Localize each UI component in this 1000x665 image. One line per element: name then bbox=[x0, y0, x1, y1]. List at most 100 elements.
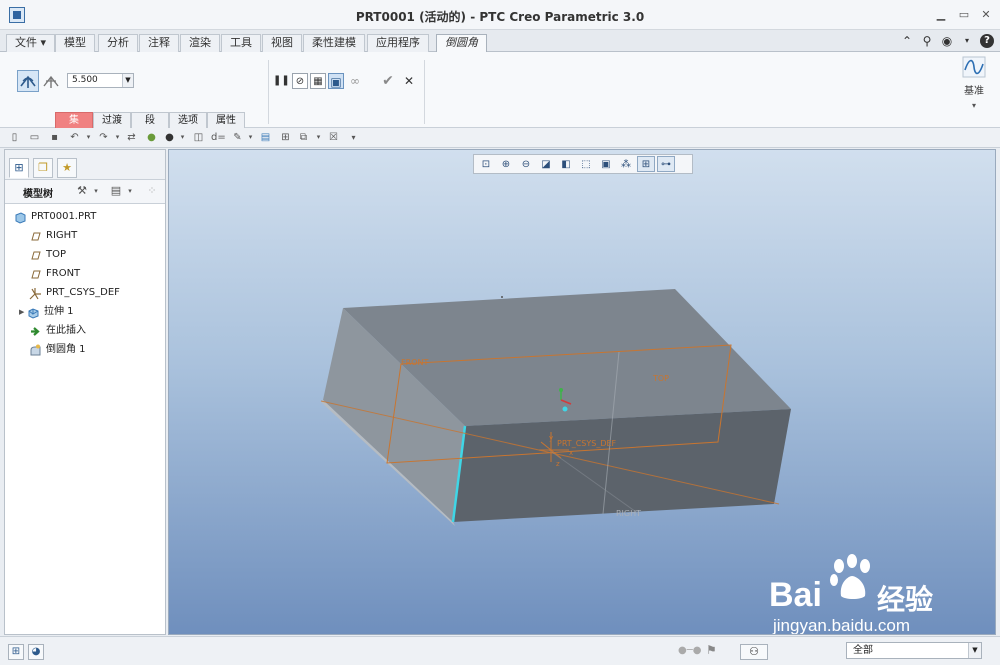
radius-input[interactable]: 5.500 ▼ bbox=[67, 73, 134, 88]
restore-button[interactable]: ▭ bbox=[957, 8, 971, 22]
find-binoculars-icon[interactable]: ⚇ bbox=[740, 644, 768, 660]
tree-settings-icon[interactable]: ⚒ bbox=[75, 184, 89, 198]
datum-display-icon[interactable]: ⁂ bbox=[617, 156, 635, 172]
tree-item-label: TOP bbox=[46, 249, 67, 260]
tab-round[interactable]: 倒圆角 bbox=[436, 34, 487, 53]
close-icon[interactable]: ☒ bbox=[327, 131, 340, 144]
tree-item-insert-here[interactable]: 在此插入 bbox=[29, 322, 86, 340]
subtab-sets[interactable]: 集 bbox=[55, 112, 93, 128]
show-icon[interactable]: ▤ bbox=[109, 184, 123, 198]
selection-filter[interactable]: 全部 ▼ bbox=[846, 642, 982, 659]
tab-annotate[interactable]: 注释 bbox=[139, 34, 179, 52]
tree-item-top[interactable]: TOP bbox=[29, 246, 66, 264]
spin-center-icon[interactable]: ⊶ bbox=[657, 156, 675, 172]
saved-view-icon[interactable]: ◫ bbox=[192, 131, 205, 144]
chevron-down-icon[interactable]: ▾ bbox=[123, 184, 137, 198]
measure-icon[interactable]: ✎ bbox=[231, 131, 244, 144]
switch-window-icon[interactable]: ⧉ bbox=[297, 131, 310, 144]
annotation-display-icon[interactable]: ⊞ bbox=[637, 156, 655, 172]
no-preview-button[interactable]: ⊘ bbox=[292, 73, 308, 89]
glasses-preview-icon[interactable]: ∞ bbox=[347, 73, 363, 89]
folder-browser-tab[interactable]: ❐ bbox=[33, 158, 53, 178]
undo-icon[interactable]: ↶ bbox=[68, 131, 81, 144]
refit-icon[interactable]: ⊡ bbox=[477, 156, 495, 172]
subtab-properties[interactable]: 属性 bbox=[207, 112, 245, 128]
dropdown-chevron-icon[interactable]: ▾ bbox=[960, 34, 974, 48]
expand-arrow-icon[interactable]: ▶ bbox=[19, 303, 27, 321]
open-file-icon[interactable]: ▭ bbox=[28, 131, 41, 144]
shading-icon[interactable]: ● bbox=[163, 131, 176, 144]
graphics-viewport[interactable]: FRONT TOP PRT_CSYS_DEF RIGHT x y z ⊡ ⊕ ⊖… bbox=[168, 149, 996, 635]
tree-item-csys[interactable]: PRT_CSYS_DEF bbox=[29, 284, 120, 302]
community-icon[interactable]: ◉ bbox=[940, 34, 954, 48]
subtab-pieces[interactable]: 段 bbox=[131, 112, 169, 128]
chevron-down-icon[interactable]: ▾ bbox=[89, 184, 103, 198]
ok-button[interactable]: ✔ bbox=[380, 73, 396, 89]
datum-curve-icon bbox=[962, 56, 986, 78]
display-style-icon[interactable]: ◧ bbox=[557, 156, 575, 172]
chevron-down-icon[interactable]: ▾ bbox=[176, 131, 189, 144]
windows-icon[interactable]: ▤ bbox=[259, 131, 272, 144]
tree-item-label: RIGHT bbox=[46, 230, 78, 241]
chordal-round-icon bbox=[43, 75, 59, 88]
flag-icon[interactable]: ⚑ bbox=[706, 643, 717, 657]
view-manager-icon[interactable]: ▣ bbox=[597, 156, 615, 172]
redo-icon[interactable]: ↷ bbox=[97, 131, 110, 144]
close-window-icon[interactable]: ⊞ bbox=[279, 131, 292, 144]
tab-model[interactable]: 模型 bbox=[55, 34, 95, 52]
tree-item-extrude[interactable]: ▶ 拉伸 1 bbox=[19, 303, 74, 321]
ribbon-tab-bar: 文件 ▾ 模型 分析 注释 渲染 工具 视图 柔性建模 应用程序 倒圆角 bbox=[0, 30, 1000, 53]
tab-tools[interactable]: 工具 bbox=[221, 34, 261, 52]
subtab-transitions[interactable]: 过渡 bbox=[93, 112, 131, 128]
repaint-icon[interactable]: ◪ bbox=[537, 156, 555, 172]
help-icon[interactable]: ? bbox=[980, 34, 994, 48]
saved-orientations-icon[interactable]: ⬚ bbox=[577, 156, 595, 172]
tab-render[interactable]: 渲染 bbox=[180, 34, 220, 52]
browser-icon[interactable]: ◕ bbox=[28, 644, 44, 660]
tab-flexible-modeling[interactable]: 柔性建模 bbox=[303, 34, 365, 52]
chevron-down-icon[interactable]: ▾ bbox=[111, 131, 124, 144]
chevron-down-icon[interactable]: ▾ bbox=[82, 131, 95, 144]
collapse-ribbon-icon[interactable]: ⌃ bbox=[900, 34, 914, 48]
minimize-button[interactable]: ▁ bbox=[934, 8, 948, 22]
csys-icon bbox=[29, 287, 41, 299]
tab-analysis[interactable]: 分析 bbox=[98, 34, 138, 52]
front-face[interactable] bbox=[453, 409, 791, 522]
verify-mode-button[interactable]: ▣ bbox=[328, 73, 344, 89]
model-tree-tab[interactable]: ⊞ bbox=[9, 158, 29, 178]
datum-group[interactable]: 基准 ▾ bbox=[958, 56, 990, 110]
zoom-out-icon[interactable]: ⊖ bbox=[517, 156, 535, 172]
appearance-icon[interactable]: ● bbox=[145, 131, 158, 144]
subtab-options[interactable]: 选项 bbox=[169, 112, 207, 128]
constant-radius-button[interactable] bbox=[17, 70, 39, 92]
chevron-down-icon[interactable]: ▼ bbox=[122, 74, 133, 87]
tree-item-front[interactable]: FRONT bbox=[29, 265, 80, 283]
cancel-button[interactable]: ✕ bbox=[401, 73, 417, 89]
close-button[interactable]: ✕ bbox=[979, 8, 993, 22]
search-icon[interactable]: ⚲ bbox=[920, 34, 934, 48]
tree-item-right[interactable]: RIGHT bbox=[29, 227, 77, 245]
quick-access-toolbar: ▯ ▭ ▪ ↶ ▾ ↷ ▾ ⇄ ● ● ▾ ◫ d= ✎ ▾ ▤ ⊞ ⧉ ▾ ☒… bbox=[0, 128, 1000, 148]
new-file-icon[interactable]: ▯ bbox=[8, 131, 21, 144]
pause-button[interactable]: ❚❚ bbox=[273, 73, 290, 89]
customize-toolbar-icon[interactable]: ▾ bbox=[347, 131, 360, 144]
regenerate-icon[interactable]: ⇄ bbox=[125, 131, 138, 144]
tree-item-round[interactable]: 倒圆角 1 bbox=[29, 341, 86, 359]
save-icon[interactable]: ▪ bbox=[48, 131, 61, 144]
tree-item-part[interactable]: PRT0001.PRT bbox=[14, 208, 96, 226]
preview-geometry-button[interactable]: ▦ bbox=[310, 73, 326, 89]
chordal-round-button[interactable] bbox=[40, 70, 62, 92]
tab-view[interactable]: 视图 bbox=[262, 34, 302, 52]
chevron-down-icon[interactable]: ▾ bbox=[312, 131, 325, 144]
chevron-down-icon[interactable]: ▼ bbox=[968, 643, 981, 658]
zoom-in-icon[interactable]: ⊕ bbox=[497, 156, 515, 172]
constant-round-icon bbox=[20, 75, 36, 88]
toggle-navigator-icon[interactable]: ⊞ bbox=[8, 644, 24, 660]
relations-icon[interactable]: d= bbox=[211, 131, 226, 144]
datum-more-icon[interactable]: ▾ bbox=[958, 101, 990, 110]
chevron-down-icon[interactable]: ▾ bbox=[244, 131, 257, 144]
filter-tree-icon[interactable]: ⁘ bbox=[145, 184, 159, 198]
tab-applications[interactable]: 应用程序 bbox=[367, 34, 429, 52]
tab-file[interactable]: 文件 ▾ bbox=[6, 34, 56, 52]
favorites-tab[interactable]: ★ bbox=[57, 158, 77, 178]
